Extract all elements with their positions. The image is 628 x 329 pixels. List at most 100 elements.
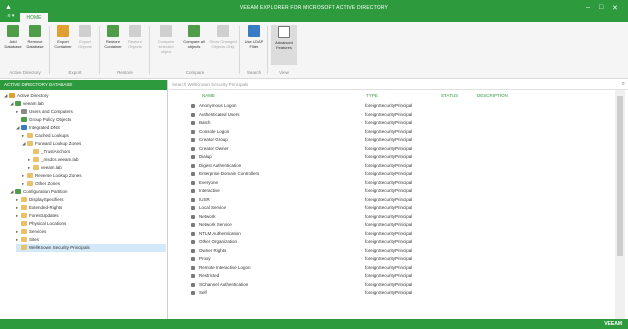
security-principal-icon	[191, 214, 195, 219]
table-row[interactable]: Interactive foreignSecurityPrincipal	[169, 187, 615, 195]
show-changed-label: Show Changed Objects Only	[209, 39, 237, 49]
table-row[interactable]: Proxy foreignSecurityPrincipal	[169, 255, 615, 263]
tree-item[interactable]: Physical Locations	[16, 220, 166, 228]
tree-item[interactable]: ◢ Integrated DNS	[16, 124, 166, 132]
tree-item[interactable]: ▸ ForestUpdates	[16, 212, 166, 220]
add-database-label: Add Database	[4, 39, 22, 49]
tree-item[interactable]: ◢ Active Directory	[4, 92, 166, 100]
tree-item[interactable]: Group Policy Objects	[16, 116, 166, 124]
table-row[interactable]: Network foreignSecurityPrincipal	[169, 213, 615, 221]
close-button[interactable]: ✕	[612, 4, 618, 12]
folder-icon	[27, 140, 33, 146]
tree-item[interactable]: WellKnown Security Principals	[16, 244, 166, 252]
table-row[interactable]: Anonymous Logon foreignSecurityPrincipal	[169, 102, 615, 110]
scrollbar-thumb[interactable]	[617, 96, 623, 256]
security-principal-icon	[191, 282, 195, 287]
cell-type: foreignSecurityPrincipal	[365, 111, 413, 117]
table-row[interactable]: Authenticated Users foreignSecurityPrinci…	[169, 111, 615, 119]
folder-icon	[33, 148, 39, 154]
ldap-filter-button[interactable]: Use LDAP Filter	[243, 25, 265, 49]
tree-item[interactable]: ◢ veeam.lab	[10, 100, 166, 108]
table-row[interactable]: SChannel Authentication foreignSecurityPr…	[169, 281, 615, 289]
cell-name: Authenticated Users	[199, 111, 240, 117]
group-separator	[149, 26, 150, 74]
tree-item-label: Integrated DNS	[29, 125, 61, 130]
tree-item-label: Physical Locations	[29, 221, 67, 226]
table-row[interactable]: Creator Group foreignSecurityPrincipal	[169, 136, 615, 144]
column-header-status[interactable]: STATUS	[441, 93, 458, 98]
restore-objects-button[interactable]: Restore Objects	[125, 25, 145, 49]
tree-item[interactable]: ▸ Reverse Lookup Zones	[22, 172, 166, 180]
tree-item[interactable]: ▸ _msdcs.veeam.lab	[28, 156, 166, 164]
tree-item[interactable]: ◢ Forward Lookup Zones	[22, 140, 166, 148]
export-container-button[interactable]: Export Container	[53, 25, 73, 49]
security-principal-icon	[191, 121, 195, 125]
advanced-features-button[interactable]: Advanced Features	[271, 25, 297, 65]
status-bar: VEEAM	[0, 319, 628, 329]
tree-item[interactable]: ◢ Configuration Partition	[10, 188, 166, 196]
tree-item-label: veeam.lab	[41, 165, 62, 170]
table-row[interactable]: Remote Interactive Logon foreignSecurityP…	[169, 264, 615, 272]
column-header-name[interactable]: NAME	[202, 93, 215, 98]
table-row[interactable]: Enterprise Domain Controllers foreignSecu…	[169, 170, 615, 178]
minimize-button[interactable]: –	[586, 4, 590, 11]
column-header-type[interactable]: TYPE	[366, 93, 378, 98]
tree-item-label: Active Directory	[17, 93, 49, 98]
tree-item[interactable]: ▸ veeam.lab	[28, 164, 166, 172]
cell-type: foreignSecurityPrincipal	[365, 256, 413, 261]
cell-type: foreignSecurityPrincipal	[365, 281, 413, 287]
remove-database-icon	[29, 25, 41, 37]
table-row[interactable]: Owner Rights foreignSecurityPrincipal	[169, 247, 615, 255]
export-objects-button[interactable]: Export Objects	[75, 25, 95, 49]
folder-icon	[33, 164, 39, 170]
tree-item[interactable]: ▸ Users and Computers	[16, 108, 166, 116]
search-input[interactable]: Search WellKnown Security Principals	[172, 82, 248, 87]
main-menu-button[interactable]: ≡ ▾	[4, 12, 18, 21]
table-row[interactable]: Everyone foreignSecurityPrincipal	[169, 179, 615, 187]
show-changed-button[interactable]: Show Changed Objects Only	[209, 25, 237, 49]
tree-pane: ACTIVE DIRECTORY DATABASE ◢ Active Direct…	[0, 80, 168, 319]
table-row[interactable]: Creator Owner foreignSecurityPrincipal	[169, 145, 615, 153]
tree-item[interactable]: ▸ Other Zones	[22, 180, 166, 188]
search-box[interactable]: Search WellKnown Security Principals ⌕	[169, 80, 628, 90]
table-row[interactable]: Local Service foreignSecurityPrincipal	[169, 204, 615, 212]
cell-name: Other Organization	[199, 239, 238, 244]
search-icon[interactable]: ⌕	[622, 81, 625, 88]
column-header-description[interactable]: DESCRIPTION	[477, 93, 508, 98]
table-row[interactable]: NTLM Authentication foreignSecurityPrinci…	[169, 230, 615, 238]
cell-type: foreignSecurityPrincipal	[365, 171, 413, 176]
group-label-export: Export	[68, 70, 82, 75]
folder-icon	[21, 244, 27, 250]
tree-item[interactable]: ▸ Extended-Rights	[16, 204, 166, 212]
restore-container-button[interactable]: Restore Container	[103, 25, 123, 49]
table-row[interactable]: Network Service foreignSecurityPrincipal	[169, 221, 615, 229]
table-row[interactable]: Self foreignSecurityPrincipal	[169, 289, 615, 297]
tree-item[interactable]: ▸ Cached Lookups	[22, 132, 166, 140]
table-row[interactable]: Batch foreignSecurityPrincipal	[169, 119, 615, 127]
table-row[interactable]: Console Logon foreignSecurityPrincipal	[169, 128, 615, 136]
folder-icon	[21, 212, 27, 218]
maximize-button[interactable]: □	[599, 4, 603, 11]
compare-all-button[interactable]: Compare all objects	[181, 25, 207, 49]
compare-all-label: Compare all objects	[183, 39, 205, 49]
tree-item[interactable]: _TrustAnchors	[28, 148, 166, 156]
advanced-features-icon	[278, 26, 290, 38]
table-row[interactable]: Restricted foreignSecurityPrincipal	[169, 272, 615, 280]
tree-item[interactable]: ▸ Sites	[16, 236, 166, 244]
compare-selected-button[interactable]: Compare selected object	[153, 25, 179, 54]
tree-header: ACTIVE DIRECTORY DATABASE	[0, 80, 167, 90]
restore-objects-label: Restore Objects	[127, 39, 142, 49]
table-row[interactable]: Other Organization foreignSecurityPrincip…	[169, 238, 615, 246]
add-database-button[interactable]: Add Database	[3, 25, 23, 49]
table-row[interactable]: Digest Authentication foreignSecurityPrin…	[169, 162, 615, 170]
tree-item[interactable]: ▸ DisplaySpecifiers	[16, 196, 166, 204]
cell-name: Enterprise Domain Controllers	[199, 171, 260, 176]
vertical-scrollbar[interactable]	[615, 90, 625, 319]
remove-database-button[interactable]: Remove Database	[25, 25, 45, 49]
export-objects-label: Export Objects	[78, 39, 92, 49]
security-principal-icon	[191, 240, 195, 244]
table-row[interactable]: IUSR foreignSecurityPrincipal	[169, 196, 615, 204]
tree-item[interactable]: ▸ Services	[16, 228, 166, 236]
table-row[interactable]: Dialup foreignSecurityPrincipal	[169, 153, 615, 161]
show-changed-icon	[217, 25, 229, 37]
